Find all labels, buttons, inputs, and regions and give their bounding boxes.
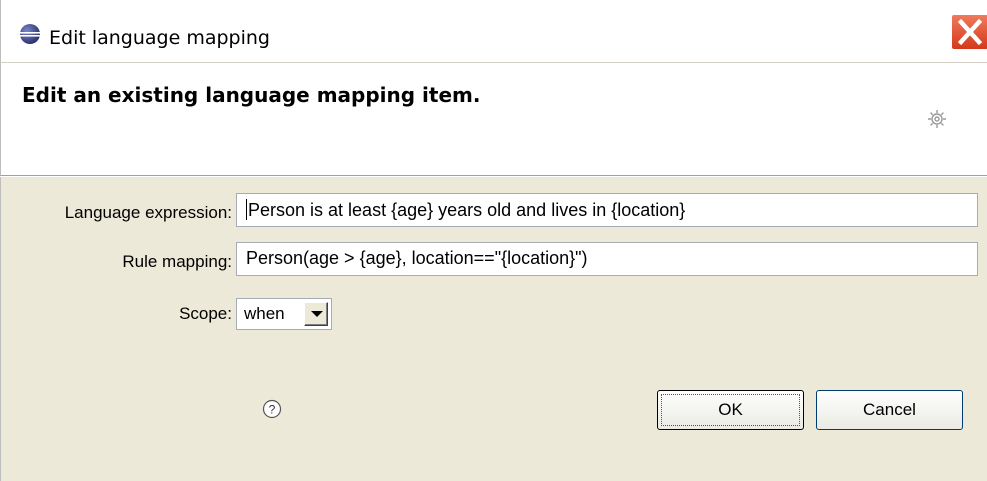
rule-mapping-value: Person(age > {age}, location=="{location… [246,248,588,268]
svg-text:?: ? [269,403,276,417]
chevron-down-icon [311,311,323,317]
scope-select[interactable]: when [236,298,332,330]
language-expression-value: Person is at least {age} years old and l… [248,200,686,220]
ok-button[interactable]: OK [657,390,804,430]
title-bar[interactable]: Edit language mapping [0,0,987,63]
text-caret [246,199,247,220]
language-expression-input[interactable]: Person is at least {age} years old and l… [236,193,978,227]
dialog-window: Edit language mapping Edit an existing l… [0,0,987,481]
eclipse-icon [20,24,40,44]
scope-label: Scope: [179,304,232,323]
header-banner: Edit an existing language mapping item. [0,63,987,176]
close-icon [957,18,983,46]
gear-icon [928,110,946,128]
rule-mapping-label: Rule mapping: [122,252,232,271]
scope-selected-value: when [244,304,285,323]
cancel-button[interactable]: Cancel [816,390,963,430]
close-button[interactable] [951,14,987,50]
window-title: Edit language mapping [49,27,270,49]
page-title: Edit an existing language mapping item. [22,83,481,107]
help-icon[interactable]: ? [262,399,282,419]
scope-dropdown-button[interactable] [304,302,328,326]
language-expression-label: Language expression: [64,203,232,222]
rule-mapping-input[interactable]: Person(age > {age}, location=="{location… [236,242,978,276]
